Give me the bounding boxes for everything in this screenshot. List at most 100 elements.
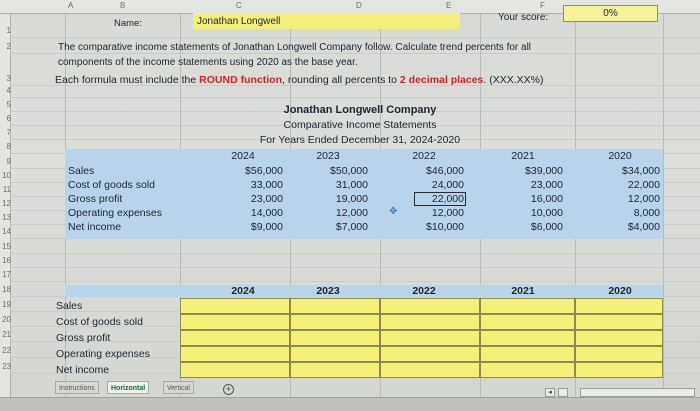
row-header-1[interactable]: 1: [0, 26, 11, 36]
statement-value-cell[interactable]: 8,000: [580, 207, 660, 219]
row-header-6[interactable]: 6: [0, 114, 11, 124]
trend-input-cell[interactable]: [290, 346, 380, 362]
row-header-11[interactable]: 11: [0, 185, 11, 195]
column-header-c[interactable]: C: [236, 1, 242, 10]
trend-input-cell[interactable]: [480, 362, 575, 378]
statement-value-cell[interactable]: 23,000: [203, 193, 283, 205]
trend-input-cell[interactable]: [290, 314, 380, 330]
trend-input-cell[interactable]: [575, 330, 663, 346]
statement-value-cell[interactable]: 31,000: [288, 179, 368, 191]
statement-row-label: Gross profit: [68, 193, 123, 205]
row-header-3[interactable]: 3: [0, 74, 11, 84]
statement-value-cell[interactable]: 22,000: [580, 179, 660, 191]
column-header-a[interactable]: A: [68, 1, 73, 10]
statement-value-cell[interactable]: $39,000: [483, 165, 563, 177]
statement-year-2021: 2021: [511, 150, 535, 162]
trend-input-cell[interactable]: [290, 362, 380, 378]
statement-value-cell[interactable]: $46,000: [384, 165, 464, 177]
cursor-icon: ✥: [389, 206, 398, 217]
column-header-e[interactable]: E: [446, 1, 451, 10]
trend-input-cell[interactable]: [180, 314, 290, 330]
column-header-f[interactable]: F: [540, 1, 545, 10]
trend-input-cell[interactable]: [380, 314, 480, 330]
trend-input-cell[interactable]: [180, 362, 290, 378]
trend-input-cell[interactable]: [380, 362, 480, 378]
instruction-line-2: components of the income statements usin…: [58, 57, 358, 68]
trend-input-cell[interactable]: [575, 346, 663, 362]
statement-value-cell[interactable]: 12,000: [580, 193, 660, 205]
trend-input-cell[interactable]: [480, 330, 575, 346]
row-header-2[interactable]: 2: [0, 42, 11, 52]
row-header-21[interactable]: 21: [0, 330, 11, 340]
row-header-15[interactable]: 15: [0, 242, 11, 252]
scroll-left-button[interactable]: ◂: [545, 388, 555, 397]
row-header-16[interactable]: 16: [0, 256, 11, 266]
statement-value-cell[interactable]: $7,000: [288, 221, 368, 233]
row-header-4[interactable]: 4: [0, 86, 11, 96]
statement-value-cell[interactable]: $4,000: [580, 221, 660, 233]
row-header-5[interactable]: 5: [0, 100, 11, 110]
tab-instructions[interactable]: Instructions: [55, 381, 99, 394]
statement-value-cell[interactable]: 23,000: [483, 179, 563, 191]
trend-input-cell[interactable]: [290, 330, 380, 346]
tab-vertical[interactable]: Vertical: [163, 381, 194, 394]
scroll-left-arrow-icon[interactable]: [558, 388, 568, 397]
trend-row-label: Sales: [56, 300, 83, 312]
trend-year-2024: 2024: [231, 285, 255, 297]
row-header-17[interactable]: 17: [0, 270, 11, 280]
column-header-b[interactable]: B: [120, 1, 125, 10]
row-header-22[interactable]: 22: [0, 346, 11, 356]
row-header-8[interactable]: 8: [0, 142, 11, 152]
trend-input-cell[interactable]: [480, 314, 575, 330]
column-header-d[interactable]: D: [356, 1, 362, 10]
row-header-7[interactable]: 7: [0, 128, 11, 138]
trend-input-cell[interactable]: [575, 314, 663, 330]
trend-year-2022: 2022: [412, 285, 436, 297]
trend-input-cell[interactable]: [290, 298, 380, 314]
trend-row-label: Net income: [56, 364, 110, 376]
add-sheet-button[interactable]: +: [223, 384, 234, 395]
statement-value-cell[interactable]: 24,000: [384, 179, 464, 191]
instruction-suffix: . (XXX.XX%): [483, 74, 544, 86]
trend-input-cell[interactable]: [180, 346, 290, 362]
statement-value-cell[interactable]: 33,000: [203, 179, 283, 191]
row-header-20[interactable]: 20: [0, 315, 11, 325]
statement-value-cell[interactable]: $9,000: [203, 221, 283, 233]
statement-value-cell[interactable]: 14,000: [203, 207, 283, 219]
statement-value-cell[interactable]: $34,000: [580, 165, 660, 177]
statement-row-label: Net income: [68, 221, 122, 233]
statement-value-cell[interactable]: $56,000: [203, 165, 283, 177]
row-header-23[interactable]: 23: [0, 362, 11, 372]
row-header-12[interactable]: 12: [0, 199, 11, 209]
trend-input-cell[interactable]: [380, 298, 480, 314]
statement-value-cell[interactable]: $6,000: [483, 221, 563, 233]
row-header-14[interactable]: 14: [0, 227, 11, 237]
instruction-prefix: Each formula must include the: [55, 74, 197, 86]
statement-value-cell[interactable]: 19,000: [288, 193, 368, 205]
row-header-10[interactable]: 10: [0, 171, 11, 181]
statement-year-2020: 2020: [608, 150, 632, 162]
statement-value-cell[interactable]: $10,000: [384, 221, 464, 233]
spreadsheet: A B C D E F 1 2 3 4 5 6 7 8 9 10 11 12 13 14 15 16 17 18 1…: [0, 0, 700, 411]
trend-input-cell[interactable]: [575, 362, 663, 378]
statement-period: For Years Ended December 31, 2024-2020: [259, 134, 461, 146]
row-header-13[interactable]: 13: [0, 213, 11, 223]
trend-input-cell[interactable]: [480, 298, 575, 314]
statement-row-label: Sales: [68, 165, 95, 177]
score-label: Your score:: [498, 12, 549, 23]
horizontal-scrollbar[interactable]: [580, 388, 695, 397]
trend-input-cell[interactable]: [380, 330, 480, 346]
trend-input-cell[interactable]: [575, 298, 663, 314]
statement-value-cell[interactable]: 10,000: [483, 207, 563, 219]
trend-input-cell[interactable]: [480, 346, 575, 362]
statement-value-cell[interactable]: 12,000: [288, 207, 368, 219]
trend-input-cell[interactable]: [180, 298, 290, 314]
trend-input-cell[interactable]: [380, 346, 480, 362]
statement-value-cell[interactable]: 16,000: [483, 193, 563, 205]
trend-input-cell[interactable]: [180, 330, 290, 346]
tab-horizontal[interactable]: Horizontal: [107, 381, 150, 394]
row-header-19[interactable]: 19: [0, 300, 11, 310]
row-header-18[interactable]: 18: [0, 285, 11, 295]
statement-value-cell[interactable]: $50,000: [288, 165, 368, 177]
row-header-9[interactable]: 9: [0, 157, 11, 167]
